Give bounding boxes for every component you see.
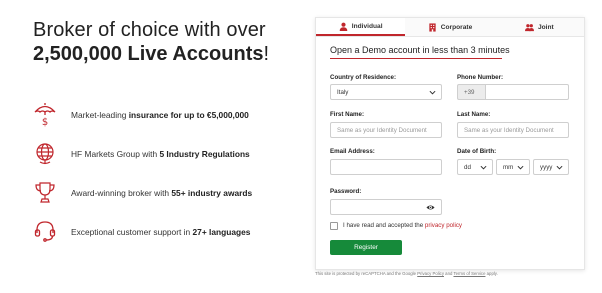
dob-month-value: mm: [503, 163, 514, 171]
privacy-policy-link[interactable]: privacy policy: [425, 222, 462, 229]
tab-joint[interactable]: Joint: [495, 18, 584, 36]
headset-icon: [33, 219, 57, 245]
chevron-down-icon: [480, 165, 487, 170]
privacy-consent-text: I have read and accepted the privacy pol…: [343, 222, 463, 229]
demo-account-form: Open a Demo account in less than 3 minut…: [330, 40, 574, 59]
dob-month-select[interactable]: mm: [496, 159, 530, 175]
feature-text: Exceptional customer support in 27+ lang…: [71, 226, 251, 237]
privacy-checkbox[interactable]: [330, 222, 338, 230]
feature-item-regulations: HF Markets Group with 5 Industry Regulat…: [33, 134, 303, 173]
country-value: Italy: [337, 88, 349, 96]
tab-label: Corporate: [440, 23, 473, 31]
headline-accounts: 2,500,000 Live Accounts: [33, 43, 264, 65]
feature-text: Market-leading insurance for up to €5,00…: [71, 109, 249, 120]
dob-day-value: dd: [464, 163, 471, 171]
headline-line2: 2,500,000 Live Accounts!: [33, 42, 303, 66]
first-name-label: First Name:: [330, 111, 365, 118]
chevron-down-icon: [556, 165, 563, 170]
chevron-down-icon: [429, 90, 436, 95]
country-select[interactable]: Italy: [330, 84, 442, 100]
globe-icon: [33, 141, 57, 167]
email-input[interactable]: [330, 159, 442, 175]
feature-item-support: Exceptional customer support in 27+ lang…: [33, 212, 303, 251]
phone-input[interactable]: [485, 84, 569, 100]
headline-exclamation: !: [263, 43, 270, 65]
dob-label: Date of Birth:: [457, 148, 497, 155]
first-name-input[interactable]: Same as your Identity Document: [330, 122, 442, 138]
person-icon: [339, 22, 348, 31]
building-icon: [428, 22, 437, 32]
tab-label: Individual: [351, 22, 383, 30]
svg-text:$: $: [42, 117, 48, 128]
feature-text: HF Markets Group with 5 Industry Regulat…: [71, 148, 250, 159]
signup-card: Individual Corporate Joint Open a Demo a…: [315, 17, 585, 270]
google-privacy-link[interactable]: Privacy Policy: [417, 271, 444, 276]
feature-text: Award-winning broker with 55+ industry a…: [71, 187, 253, 198]
dob-year-select[interactable]: yyyy: [533, 159, 569, 175]
feature-item-insurance: $ Market-leading insurance for up to €5,…: [33, 95, 303, 134]
people-icon: [524, 23, 534, 32]
phone-prefix: +39: [457, 84, 485, 100]
password-label: Password:: [330, 188, 362, 195]
form-title: Open a Demo account in less than 3 minut…: [330, 45, 510, 55]
umbrella-dollar-icon: $: [33, 102, 57, 128]
last-name-input[interactable]: Same as your Identity Document: [457, 122, 569, 138]
dob-day-select[interactable]: dd: [457, 159, 493, 175]
title-underline: [330, 58, 502, 59]
hero-section: Broker of choice with over 2,500,000 Liv…: [33, 18, 303, 242]
email-label: Email Address:: [330, 148, 375, 155]
headline-line1: Broker of choice with over: [33, 19, 266, 41]
phone-label: Phone Number:: [457, 74, 504, 81]
tab-label: Joint: [537, 23, 554, 31]
trophy-icon: [33, 180, 57, 206]
tab-individual[interactable]: Individual: [316, 18, 406, 36]
tab-corporate[interactable]: Corporate: [405, 18, 494, 36]
last-name-label: Last Name:: [457, 111, 491, 118]
country-label: Country of Residence:: [330, 74, 397, 81]
recaptcha-notice: This site is protected by reCAPTCHA and …: [315, 271, 498, 276]
chevron-down-icon: [517, 165, 524, 170]
feature-item-awards: Award-winning broker with 55+ industry a…: [33, 173, 303, 212]
register-button[interactable]: Register: [330, 240, 402, 255]
dob-year-value: yyyy: [540, 163, 553, 171]
google-terms-link[interactable]: Terms of Service: [453, 271, 485, 276]
feature-list: $ Market-leading insurance for up to €5,…: [33, 95, 303, 251]
account-type-tabs: Individual Corporate Joint: [316, 18, 584, 37]
eye-icon[interactable]: [426, 204, 435, 211]
